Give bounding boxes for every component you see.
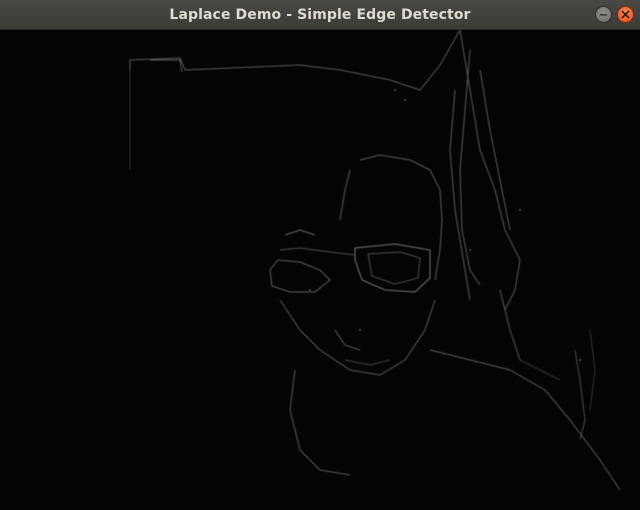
close-icon bbox=[621, 10, 630, 19]
edge-detection-view bbox=[0, 30, 640, 510]
minimize-icon bbox=[599, 10, 608, 19]
window-title: Laplace Demo - Simple Edge Detector bbox=[169, 7, 471, 23]
app-window: Laplace Demo - Simple Edge Detector bbox=[0, 0, 640, 510]
edge-image bbox=[0, 30, 640, 510]
window-controls bbox=[595, 6, 634, 24]
title-bar[interactable]: Laplace Demo - Simple Edge Detector bbox=[0, 0, 640, 30]
close-button[interactable] bbox=[617, 6, 634, 23]
minimize-button[interactable] bbox=[595, 6, 612, 23]
